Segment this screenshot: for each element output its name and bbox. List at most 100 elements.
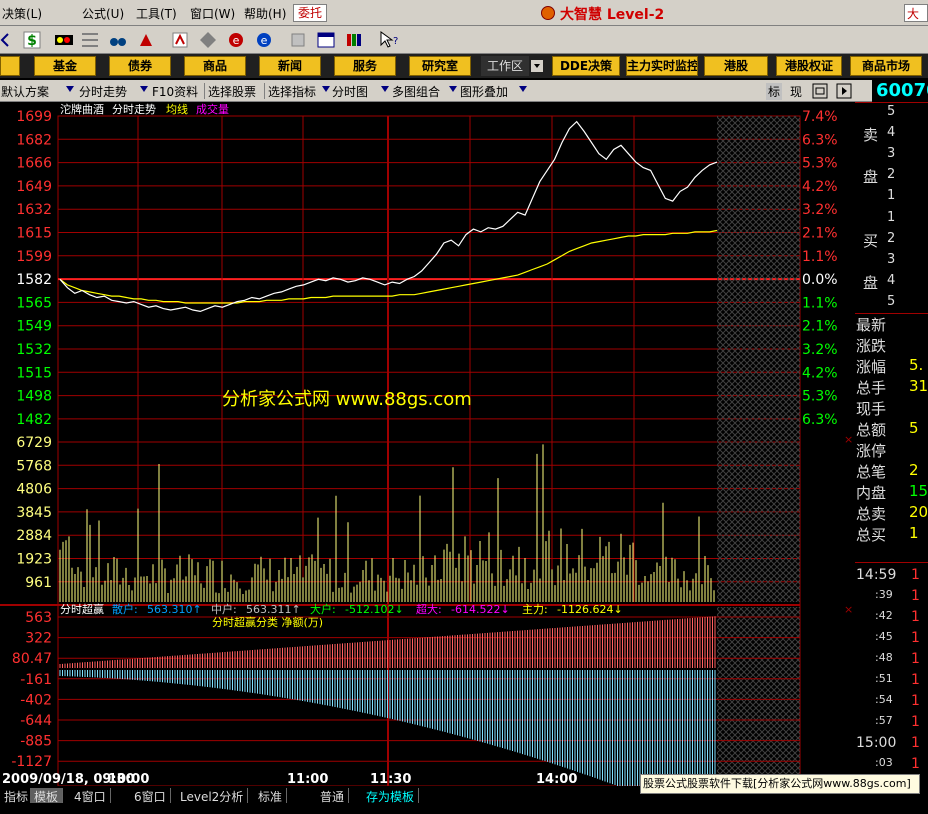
chart-frame	[57, 115, 801, 786]
category-dde[interactable]: DDE决策	[552, 56, 620, 76]
quote-stat-label: 内盘	[856, 484, 887, 502]
percent-tick-label: 6.3%	[802, 412, 838, 428]
grid-icon[interactable]	[80, 30, 100, 50]
category-hk-warrant[interactable]: 港股权证	[776, 56, 842, 76]
category-hk-stock[interactable]: 港股	[704, 56, 768, 76]
stock-alert-icon[interactable]	[170, 30, 190, 50]
secondary-window-button[interactable]: 大	[904, 4, 928, 22]
back-icon[interactable]	[0, 30, 20, 50]
flow-item-value: -512.102↓	[345, 603, 404, 616]
quote-stat-value: 20	[909, 503, 928, 521]
sell-level: 1	[887, 188, 896, 203]
tab-6window[interactable]: 6窗口	[130, 788, 171, 804]
overlay-dropdown-icon[interactable]	[449, 86, 457, 92]
category-commodity-market[interactable]: 商品市场	[850, 56, 922, 76]
tab-indicator[interactable]: 指标	[0, 788, 34, 804]
percent-tick-label: 2.1%	[802, 319, 838, 335]
flow-tick-label: -644	[20, 713, 52, 729]
price-tick-label: 1582	[16, 272, 52, 288]
help-cursor-icon[interactable]: ?	[378, 30, 398, 50]
tab-normal[interactable]: 普通	[316, 788, 350, 804]
tab-save-template[interactable]: 存为模板	[362, 788, 420, 804]
flow-item-value: 563.310↑	[147, 603, 202, 616]
tick-time: :54	[875, 693, 893, 706]
multi-chart-dropdown-icon[interactable]	[381, 86, 389, 92]
ticker-icon[interactable]	[54, 30, 74, 50]
diamond-icon[interactable]	[198, 30, 218, 50]
flow-panel-title: 分时超赢	[60, 602, 104, 616]
maximize-icon[interactable]	[812, 83, 828, 99]
flow-item-label: 散户:	[112, 602, 138, 616]
category-fund[interactable]: 基金	[34, 56, 96, 76]
quote-stat-label: 总手	[856, 379, 887, 397]
price-tick-label: 1682	[16, 132, 52, 148]
tab-level2[interactable]: Level2分析	[176, 788, 249, 804]
percent-tick-label: 3.2%	[802, 202, 838, 218]
alarm-icon[interactable]	[136, 30, 156, 50]
after-hours-hatch	[717, 116, 800, 602]
quote-stat-label: 总额	[856, 421, 887, 439]
tick-price: 1	[911, 693, 920, 709]
divider	[264, 83, 265, 99]
notes-icon[interactable]	[288, 30, 308, 50]
category-service[interactable]: 服务	[334, 56, 396, 76]
overlay-more-icon[interactable]	[519, 86, 527, 92]
category-prev-button[interactable]	[0, 56, 20, 76]
tick-price: 1	[911, 714, 920, 730]
category-main-monitor[interactable]: 主力实时监控	[626, 56, 698, 76]
ad-banner[interactable]: 股票公式股票软件下载[分析家公式网www.88gs.com]	[640, 774, 920, 794]
f10-dropdown-icon[interactable]	[140, 86, 148, 92]
price-tick-label: 1615	[16, 226, 52, 242]
tick-time: :51	[875, 672, 893, 685]
quote-stat-label: 涨跌	[856, 337, 887, 355]
category-commodity[interactable]: 商品	[184, 56, 246, 76]
quote-panel: 卖 盘 买 盘 5 4 3 2 1 1 2 3 4 5 最新 涨跌 涨幅 5. 总手 31 现手 总额 5 涨停 总笔…	[855, 102, 928, 772]
collapse-panel-icon[interactable]	[836, 83, 852, 99]
quote-stat-value: 5	[909, 419, 919, 437]
scheme-select[interactable]: 默认方案	[1, 83, 49, 100]
binoculars-icon[interactable]	[108, 30, 128, 50]
books-icon[interactable]	[344, 30, 364, 50]
tab-mark[interactable]: 标	[766, 83, 783, 100]
price-tick-label: 1498	[16, 389, 52, 405]
category-news[interactable]: 新闻	[259, 56, 321, 76]
ie-red-icon[interactable]: e	[226, 30, 246, 50]
ie-blue-icon[interactable]: e	[254, 30, 274, 50]
workspace-dropdown-icon[interactable]	[531, 60, 543, 72]
svg-text:?: ?	[393, 36, 398, 47]
category-workspace[interactable]: 工作区	[481, 56, 529, 76]
price-tick-label: 1632	[16, 202, 52, 218]
select-indicator-button[interactable]: 选择指标	[268, 83, 316, 100]
multi-chart-button[interactable]: 多图组合	[392, 83, 440, 100]
select-stock-button[interactable]: 选择股票	[208, 83, 256, 100]
time-trend-button[interactable]: 分时走势	[79, 83, 127, 100]
tab-4window[interactable]: 4窗口	[70, 788, 111, 804]
menu-item-decision[interactable]: 决策(L)	[2, 5, 42, 22]
intraday-chart[interactable]: 1699 1682 1666 1649 1632 1615 1599 1582 1565 1549…	[0, 102, 855, 786]
tick-divider	[855, 562, 928, 563]
tab-now[interactable]: 现	[790, 83, 802, 100]
buy-level: 2	[887, 231, 896, 246]
menu-item-tools[interactable]: 工具(T)	[136, 5, 177, 22]
overlay-button[interactable]: 图形叠加	[460, 83, 508, 100]
trust-button[interactable]: 委托	[293, 4, 327, 22]
f10-button[interactable]: F10资料	[152, 83, 198, 100]
percent-tick-label: 5.3%	[802, 389, 838, 405]
category-bond[interactable]: 债券	[109, 56, 171, 76]
tab-template[interactable]: 模板	[30, 788, 64, 804]
window-icon[interactable]	[316, 30, 336, 50]
scheme-dropdown-icon[interactable]	[66, 86, 74, 92]
menu-item-formula[interactable]: 公式(U)	[82, 5, 124, 22]
category-research[interactable]: 研究室	[409, 56, 471, 76]
volume-tick-label: 2884	[16, 528, 52, 544]
dollar-icon[interactable]: $	[22, 30, 42, 50]
menu-item-window[interactable]: 窗口(W)	[190, 5, 235, 22]
menu-item-help[interactable]: 帮助(H)	[244, 5, 286, 22]
flow-tick-label: -885	[20, 734, 52, 750]
time-chart-button[interactable]: 分时图	[332, 83, 368, 100]
tick-time: :57	[875, 714, 893, 727]
tab-standard[interactable]: 标准	[254, 788, 288, 804]
price-tick-label: 1549	[16, 319, 52, 335]
sell-level: 2	[887, 167, 896, 182]
chart-dropdown-icon[interactable]	[322, 86, 330, 92]
